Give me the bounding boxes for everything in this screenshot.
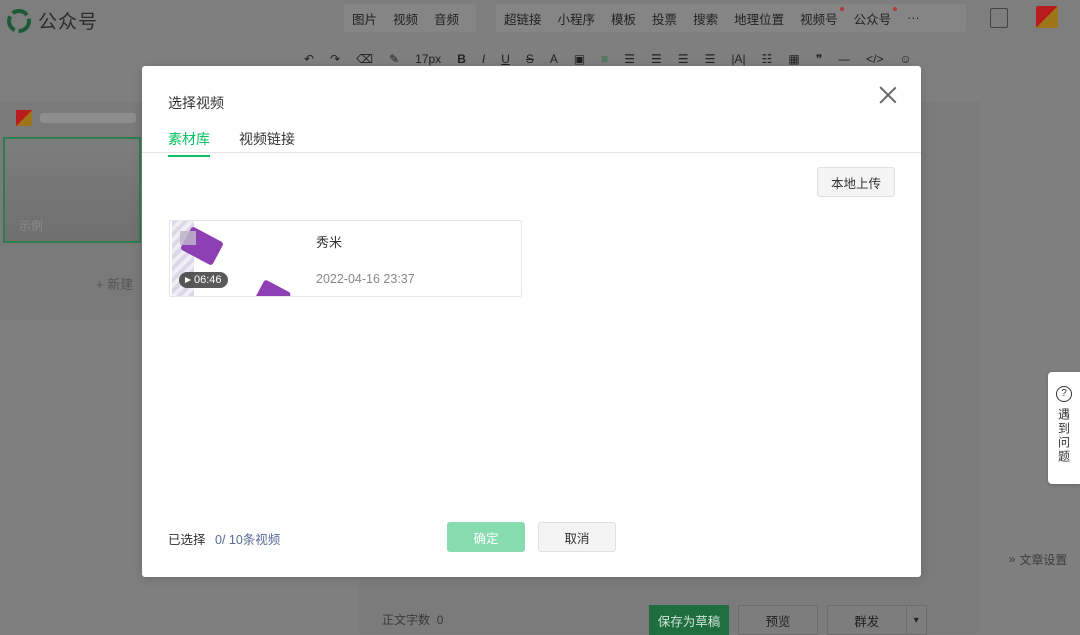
menu-item-channels[interactable]: 视频号	[792, 6, 846, 28]
format-painter-icon[interactable]: ✎	[381, 52, 407, 66]
selected-label: 已选择	[168, 533, 206, 547]
letter-spacing-icon[interactable]: |A|	[723, 52, 753, 66]
clear-format-icon[interactable]: ⌫	[348, 52, 381, 66]
word-count-value: 0	[436, 613, 444, 627]
selected-count: 0/ 10条视频	[215, 533, 281, 547]
table-icon[interactable]: ▦	[780, 52, 807, 66]
menu-item-template[interactable]: 模板	[603, 9, 644, 28]
menu-item-hyperlink[interactable]: 超链接	[496, 9, 550, 28]
emoji-icon[interactable]: ☺	[892, 52, 920, 66]
mobile-preview-icon[interactable]	[990, 8, 1008, 28]
new-article-button[interactable]: + 新建	[96, 274, 133, 293]
menu-item-official-account[interactable]: 公众号	[846, 6, 900, 28]
app-name: 公众号	[38, 12, 99, 33]
indent-icon[interactable]: ☰	[616, 52, 643, 66]
duration-text: 06:46	[194, 274, 222, 286]
help-float-button[interactable]: ? 遇到问题	[1048, 372, 1080, 484]
confirm-button[interactable]: 确定	[447, 522, 525, 552]
video-thumbnail: 06:46	[170, 221, 302, 296]
redo-icon[interactable]: ↷	[322, 52, 348, 66]
menu-item-channels-label: 视频号	[800, 12, 838, 27]
menu-item-search[interactable]: 搜索	[685, 9, 726, 28]
menu-item-audio[interactable]: 音频	[426, 9, 467, 28]
menu-item-video[interactable]: 视频	[385, 9, 426, 28]
menu-item-vote[interactable]: 投票	[644, 9, 685, 28]
font-size-select[interactable]: 17px	[407, 52, 449, 66]
insert-menu-group: 超链接 小程序 模板 投票 搜索 地理位置 视频号 公众号 ···	[496, 4, 966, 32]
notification-dot	[839, 6, 844, 11]
local-upload-button[interactable]: 本地上传	[817, 167, 895, 197]
thumbnail-square-graphic	[180, 231, 196, 245]
select-video-dialog: 选择视频 素材库 视频链接 本地上传 06:46 秀米 2022-04-16 2…	[142, 66, 921, 577]
editor-right-panel	[920, 102, 980, 633]
video-date: 2022-04-16 23:37	[316, 272, 415, 286]
background-color-icon[interactable]: ▣	[566, 52, 593, 66]
article-settings-button[interactable]: » 文章设置	[998, 546, 1078, 572]
logo: 公众号	[6, 7, 98, 34]
undo-icon[interactable]: ↶	[296, 52, 322, 66]
menu-item-location[interactable]: 地理位置	[726, 9, 792, 28]
close-icon[interactable]	[879, 86, 897, 104]
cancel-button[interactable]: 取消	[538, 522, 616, 552]
more-menu-button[interactable]: ···	[899, 11, 928, 25]
wechat-logo-icon	[7, 8, 31, 33]
dialog-title: 选择视频	[168, 95, 224, 111]
underline-icon[interactable]: U	[493, 52, 518, 66]
publish-button-label: 群发	[854, 614, 880, 629]
paragraph-spacing-icon[interactable]: ☰	[697, 52, 724, 66]
publish-button[interactable]: 群发 ▾	[827, 605, 927, 635]
chevron-down-icon[interactable]: ▾	[905, 606, 926, 634]
divider-icon[interactable]: —	[830, 52, 858, 66]
align-icon[interactable]: ≡	[593, 52, 616, 66]
quote-icon[interactable]: ❞	[808, 52, 830, 66]
article-card[interactable]: 示例	[3, 137, 141, 243]
selection-status: 已选择 0/ 10条视频	[168, 529, 280, 548]
italic-icon[interactable]: I	[474, 52, 493, 66]
help-label: 遇到问题	[1056, 408, 1071, 464]
menu-item-image[interactable]: 图片	[344, 9, 385, 28]
collapse-icon: »	[1008, 552, 1016, 566]
account-name-blurred	[40, 113, 136, 123]
menu-item-official-account-label: 公众号	[853, 12, 892, 27]
strikethrough-icon[interactable]: S	[518, 52, 542, 66]
video-list-item[interactable]: 06:46 秀米 2022-04-16 23:37	[169, 220, 522, 297]
bold-icon[interactable]: B	[449, 52, 474, 66]
menu-item-mini-program[interactable]: 小程序	[550, 9, 604, 28]
word-count: 正文字数 0	[382, 611, 443, 628]
video-title: 秀米	[316, 235, 343, 250]
save-draft-button[interactable]: 保存为草稿	[649, 605, 729, 635]
preview-button[interactable]: 预览	[738, 605, 818, 635]
justify-icon[interactable]: ☰	[643, 52, 670, 66]
line-spacing-icon[interactable]: ☰	[670, 52, 697, 66]
account-avatar[interactable]	[1036, 6, 1058, 28]
notification-dot	[893, 6, 898, 11]
article-settings-label: 文章设置	[1019, 552, 1068, 567]
thumbnail-card-graphic	[254, 279, 292, 296]
tab-material-library[interactable]: 素材库	[168, 129, 210, 157]
tab-video-link[interactable]: 视频链接	[239, 129, 295, 149]
top-navigation-bar: 公众号 图片 视频 音频 超链接 小程序 模板 投票 搜索 地理位置 视频号 公…	[0, 0, 1080, 38]
help-question-icon: ?	[1056, 386, 1072, 402]
duration-badge: 06:46	[179, 272, 228, 288]
font-color-icon[interactable]: A	[542, 52, 566, 66]
list-icon[interactable]: ☷	[754, 52, 781, 66]
play-icon	[185, 277, 191, 283]
dialog-tabs: 素材库 视频链接	[142, 126, 921, 157]
word-count-label: 正文字数	[382, 613, 431, 627]
article-card-title: 示例	[19, 219, 44, 233]
media-menu-group: 图片 视频 音频	[344, 4, 476, 32]
code-icon[interactable]: </>	[858, 52, 891, 66]
account-avatar-small	[16, 110, 32, 126]
